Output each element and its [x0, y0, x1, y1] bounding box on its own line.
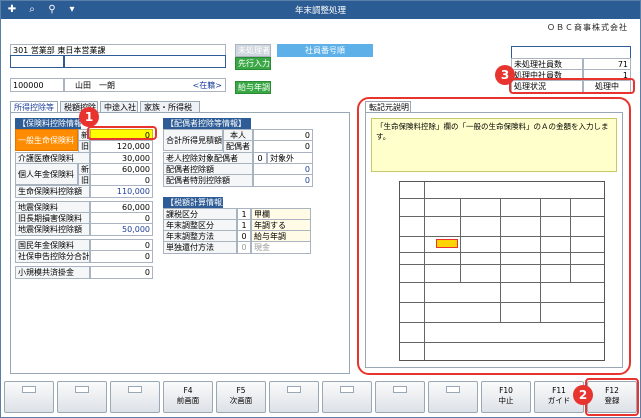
title-bar: ✚ ⌕ ⚲ ▾ 年末調整処理 [1, 1, 640, 19]
life-deduction-label: 生命保険料控除額 [15, 185, 90, 198]
salary-adjust-button[interactable]: 給与年調 [235, 81, 271, 94]
callout-badge-2: 2 [573, 385, 593, 405]
company-name: ＯＢＣ商事株式会社 [547, 23, 628, 32]
tax-calc-value: 現金 [251, 241, 311, 254]
callout-box-3 [509, 78, 635, 94]
spouse-section-header: 【配偶者控除等情報】 [163, 118, 251, 129]
fkey-blank-7[interactable] [322, 381, 372, 413]
sort-order-label[interactable]: 社員番号順 [277, 44, 373, 57]
employee-status: <在籍> [192, 81, 222, 90]
small-mutual-label: 小規模共済掛金 [15, 266, 90, 279]
callout-box-reference [357, 97, 631, 375]
general-life-label: 一般生命保険料 [15, 129, 78, 151]
pension-label: 個人年金保険料 [15, 163, 78, 185]
fkey-blank-9[interactable] [428, 381, 478, 413]
employee-code-field[interactable]: 100000 [10, 78, 64, 92]
tax-calc-section-header: 【税額計算情報】 [163, 197, 230, 208]
fkey-blank-1[interactable] [4, 381, 54, 413]
advance-input-button[interactable]: 先行入力 [235, 57, 271, 70]
earthquake-deduction-label: 地震保険料控除額 [15, 223, 90, 236]
fkey-f5-next-screen[interactable]: F5 次画面 [216, 381, 266, 413]
insurance-section-header: 【保険料控除情報】 [15, 118, 90, 129]
callout-badge-1: 1 [79, 107, 99, 127]
life-deduction-value: 110,000 [90, 185, 153, 198]
fkey-blank-2[interactable] [57, 381, 107, 413]
employee-name-field: 山田 一朗 <在籍> [64, 78, 226, 92]
fkey-blank-6[interactable] [269, 381, 319, 413]
tax-calc-label: 単独還付方法 [163, 241, 237, 254]
fkey-f10-cancel[interactable]: F10 中止 [481, 381, 531, 413]
callout-badge-3: 3 [495, 65, 515, 85]
tax-calc-code[interactable]: 0 [237, 241, 251, 254]
social-total-value: 0 [90, 250, 153, 263]
fkey-blank-3[interactable] [110, 381, 160, 413]
callout-box-2 [585, 378, 639, 416]
employee-name-header: 氏名 [64, 55, 226, 68]
spouse-special-label: 配偶者特別控除額 [163, 174, 253, 187]
spouse-special-value: 0 [253, 174, 313, 187]
fkey-blank-8[interactable] [375, 381, 425, 413]
app-window: ✚ ⌕ ⚲ ▾ 年末調整処理 ＯＢＣ商事株式会社 301 営業部 東日本営業課 … [0, 0, 641, 418]
employee-code-header: 社員番号 [10, 55, 64, 68]
fkey-f4-prev-screen[interactable]: F4 前画面 [163, 381, 213, 413]
small-mutual-input[interactable]: 0 [90, 266, 153, 279]
callout-box-1 [87, 126, 157, 140]
unprocessed-filter-button[interactable]: 未処理者 [235, 44, 271, 57]
window-title: 年末調整処理 [294, 6, 346, 16]
employee-name: 山田 一朗 [75, 81, 115, 90]
income-estimate-label: 合計所得見積額 [163, 129, 223, 151]
social-total-label: 社保申告控除分合計 [15, 250, 90, 263]
earthquake-deduction-value: 50,000 [90, 223, 153, 236]
